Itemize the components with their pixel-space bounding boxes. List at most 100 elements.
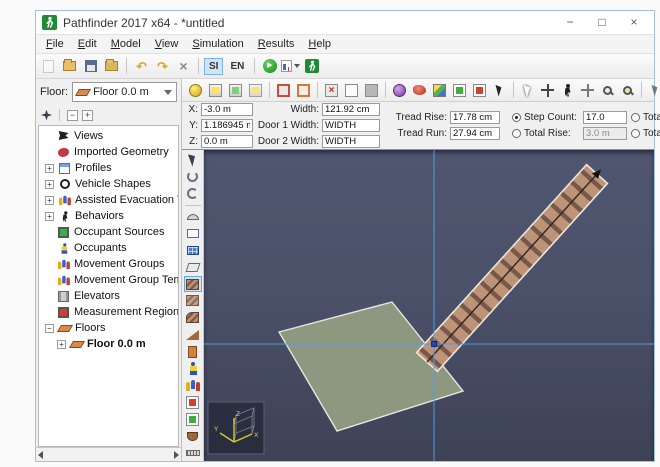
minimize-button[interactable]: − xyxy=(556,14,584,32)
wireframe-view-icon[interactable] xyxy=(362,81,381,100)
menu-simulation[interactable]: Simulation xyxy=(186,36,249,52)
total-rise-input[interactable] xyxy=(583,127,627,140)
tree-item-floor-0[interactable]: +Floor 0.0 m xyxy=(39,336,178,352)
3d-scene[interactable]: X Y Z xyxy=(204,150,654,461)
menu-view[interactable]: View xyxy=(149,36,185,52)
orbit-tool-icon[interactable] xyxy=(538,81,557,100)
door1-width-input[interactable] xyxy=(322,119,380,132)
scroll-left-icon[interactable] xyxy=(38,451,43,459)
solid-view-icon[interactable] xyxy=(342,81,361,100)
navigate-icon[interactable] xyxy=(41,110,52,121)
x-input[interactable] xyxy=(201,103,253,116)
orbit-tool-icon[interactable] xyxy=(184,186,202,202)
prism-tool-icon[interactable] xyxy=(184,259,202,275)
expand-icon[interactable]: + xyxy=(45,180,54,189)
spiral-stairs-tool-icon[interactable] xyxy=(184,310,202,326)
scroll-right-icon[interactable] xyxy=(174,451,179,459)
tree-item-movement-groups[interactable]: Movement Groups xyxy=(39,256,178,272)
menu-file[interactable]: File xyxy=(40,36,70,52)
smooth-sphere-icon[interactable] xyxy=(390,81,409,100)
material-cube-icon[interactable] xyxy=(430,81,449,100)
total-rise-radio[interactable] xyxy=(512,129,521,138)
stairs-tool-icon[interactable] xyxy=(184,276,202,292)
front-view-icon[interactable] xyxy=(226,81,245,100)
door-tool-icon[interactable] xyxy=(184,344,202,360)
width-input[interactable] xyxy=(322,103,380,116)
close-button[interactable]: × xyxy=(620,14,648,32)
top-view-icon[interactable] xyxy=(206,81,225,100)
collapse-all-icon[interactable]: − xyxy=(67,110,78,121)
tree-item-elevators[interactable]: Elevators xyxy=(39,288,178,304)
select-move-tool-icon[interactable] xyxy=(184,152,202,168)
show-current-floor-icon[interactable] xyxy=(294,81,313,100)
run-simulation-icon[interactable]: ▶ xyxy=(260,57,279,76)
select-tool-icon[interactable] xyxy=(518,81,537,100)
landing-tool-icon[interactable] xyxy=(184,293,202,309)
tree-horizontal-scrollbar[interactable] xyxy=(36,447,181,461)
menu-results[interactable]: Results xyxy=(252,36,301,52)
snap-cursor-icon[interactable] xyxy=(646,81,660,100)
results-dropdown-icon[interactable] xyxy=(294,64,300,68)
tread-run-input[interactable] xyxy=(450,127,500,140)
tread-rise-input[interactable] xyxy=(450,111,500,124)
floor-select[interactable]: Floor 0.0 m xyxy=(72,82,177,102)
tree-item-profiles[interactable]: +Profiles xyxy=(39,160,178,176)
door2-width-input[interactable] xyxy=(322,135,380,148)
occupant-tool-icon[interactable] xyxy=(184,361,202,377)
floor-area-tool-icon[interactable] xyxy=(184,242,202,258)
tree-item-movement-group-templates[interactable]: Movement Group Templates xyxy=(39,272,178,288)
expand-all-icon[interactable]: + xyxy=(82,110,93,121)
step-count-radio[interactable] xyxy=(512,113,521,122)
tree-item-vehicle-shapes[interactable]: +Vehicle Shapes xyxy=(39,176,178,192)
expand-icon[interactable]: + xyxy=(45,164,54,173)
occupant-source-tool-icon[interactable] xyxy=(184,411,202,427)
menu-model[interactable]: Model xyxy=(105,36,147,52)
maximize-button[interactable]: □ xyxy=(588,14,616,32)
tree-item-occupants[interactable]: Occupants xyxy=(39,240,178,256)
total-length-radio[interactable] xyxy=(631,129,640,138)
tree-item-floors[interactable]: −Floors xyxy=(39,320,178,336)
show-all-floors-icon[interactable] xyxy=(274,81,293,100)
tree-item-assisted-evacuation-teams[interactable]: +Assisted Evacuation Teams xyxy=(39,192,178,208)
tree-item-behaviors[interactable]: +Behaviors xyxy=(39,208,178,224)
tree-item-measurement-regions[interactable]: Measurement Regions xyxy=(39,304,178,320)
extract-tool-icon[interactable] xyxy=(184,428,202,444)
collapse-icon[interactable]: − xyxy=(45,324,54,333)
en-units-button[interactable]: EN xyxy=(225,58,249,75)
rotate-tool-icon[interactable] xyxy=(184,169,202,185)
hide-objects-icon[interactable]: × xyxy=(322,81,341,100)
si-units-button[interactable]: SI xyxy=(204,58,223,75)
pathfinder-icon[interactable] xyxy=(302,57,321,76)
undo-icon[interactable]: ↶ xyxy=(132,57,151,76)
pick-star-icon[interactable] xyxy=(490,81,509,100)
side-view-icon[interactable] xyxy=(246,81,265,100)
perspective-view-icon[interactable] xyxy=(186,81,205,100)
rectangle-room-tool-icon[interactable] xyxy=(184,225,202,241)
measurement-region-tool-icon[interactable] xyxy=(184,394,202,410)
show-regions-icon[interactable] xyxy=(470,81,489,100)
menu-help[interactable]: Help xyxy=(302,36,337,52)
results-chart-icon[interactable] xyxy=(281,57,300,76)
save-all-icon[interactable] xyxy=(102,57,121,76)
save-icon[interactable] xyxy=(81,57,100,76)
group-tool-icon[interactable] xyxy=(184,378,202,394)
expand-icon[interactable]: + xyxy=(45,196,54,205)
expand-icon[interactable]: + xyxy=(57,340,66,349)
show-sources-icon[interactable] xyxy=(450,81,469,100)
staircase[interactable] xyxy=(417,165,608,372)
measure-tool-icon[interactable] xyxy=(184,445,202,461)
z-input[interactable] xyxy=(201,135,253,148)
arc-room-tool-icon[interactable] xyxy=(184,209,202,225)
ramp-tool-icon[interactable] xyxy=(184,327,202,343)
delete-icon[interactable]: × xyxy=(174,57,193,76)
new-file-icon[interactable] xyxy=(39,57,58,76)
tree-item-views[interactable]: Views xyxy=(39,128,178,144)
step-count-input[interactable] xyxy=(583,111,627,124)
open-icon[interactable] xyxy=(60,57,79,76)
tree-item-occupant-sources[interactable]: Occupant Sources xyxy=(39,224,178,240)
expand-icon[interactable]: + xyxy=(45,212,54,221)
menu-edit[interactable]: Edit xyxy=(72,36,103,52)
redo-icon[interactable]: ↷ xyxy=(153,57,172,76)
walk-tool-icon[interactable] xyxy=(558,81,577,100)
total-run-radio[interactable] xyxy=(631,113,640,122)
